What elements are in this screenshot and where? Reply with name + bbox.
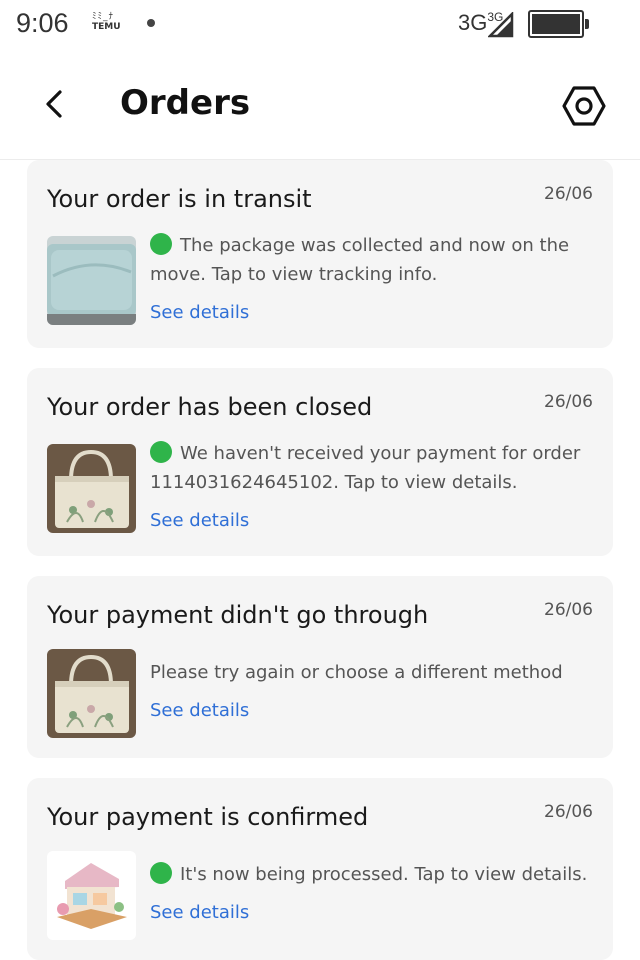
order-message: The package was collected and now on the… [150, 231, 600, 289]
order-message: We haven't received your payment for ord… [150, 439, 600, 497]
temu-notification-icon-label: TEMU [92, 22, 121, 32]
product-thumbnail[interactable] [47, 649, 136, 738]
see-details-link[interactable]: See details [150, 700, 249, 721]
tote-bag-image [47, 649, 136, 738]
back-button[interactable] [36, 84, 76, 124]
see-details-link[interactable]: See details [150, 902, 249, 923]
order-message: It's now being processed. Tap to view de… [150, 860, 600, 889]
see-details-link[interactable]: See details [150, 510, 249, 531]
order-message-text: It's now being processed. Tap to view de… [180, 864, 588, 885]
order-card[interactable]: Your payment is confirmed 26/06 It's now… [27, 778, 613, 960]
temu-notification-icon: ﾐﾐ_ﾅ TEMU [92, 13, 126, 35]
battery-icon [528, 10, 589, 38]
settings-button[interactable] [560, 82, 608, 130]
status-dot-icon [150, 441, 172, 463]
order-date: 26/06 [544, 184, 593, 204]
order-message-text: The package was collected and now on the… [150, 235, 570, 285]
chevron-left-icon [46, 90, 62, 118]
order-date: 26/06 [544, 802, 593, 822]
status-dot-icon [150, 233, 172, 255]
order-card[interactable]: Your payment didn't go through 26/06 Ple… [27, 576, 613, 758]
notification-dot-icon [147, 19, 155, 27]
order-card[interactable]: Your order is in transit 26/06 The packa… [27, 160, 613, 348]
network-type-label: 3G [458, 10, 488, 35]
light-blue-bag-image [47, 236, 136, 325]
see-details-link[interactable]: See details [150, 302, 249, 323]
product-thumbnail[interactable] [47, 444, 136, 533]
battery-fill [532, 14, 580, 34]
temu-notification-icon-top: ﾐﾐ_ﾅ [92, 12, 115, 22]
tote-bag-image [47, 444, 136, 533]
order-title: Your order is in transit [47, 185, 312, 213]
settings-icon [562, 86, 606, 126]
order-title: Your payment is confirmed [47, 803, 369, 831]
header: Orders [0, 52, 640, 160]
product-thumbnail[interactable] [47, 851, 136, 940]
status-bar: 9:06 ﾐﾐ_ﾅ TEMU 3G3G [0, 0, 640, 52]
order-message-text: We haven't received your payment for ord… [150, 443, 581, 493]
product-thumbnail[interactable] [47, 236, 136, 325]
order-title: Your order has been closed [47, 393, 373, 421]
signal-icon [488, 12, 514, 38]
order-date: 26/06 [544, 392, 593, 412]
page-title: Orders [120, 83, 251, 123]
order-message-text: Please try again or choose a different m… [150, 662, 563, 683]
battery-nub [585, 19, 589, 29]
status-dot-icon [150, 862, 172, 884]
status-time: 9:06 [16, 8, 69, 38]
order-message: Please try again or choose a different m… [150, 658, 600, 687]
miniature-house-image [47, 851, 136, 940]
order-card[interactable]: Your order has been closed 26/06 We have… [27, 368, 613, 556]
order-date: 26/06 [544, 600, 593, 620]
order-title: Your payment didn't go through [47, 601, 429, 629]
